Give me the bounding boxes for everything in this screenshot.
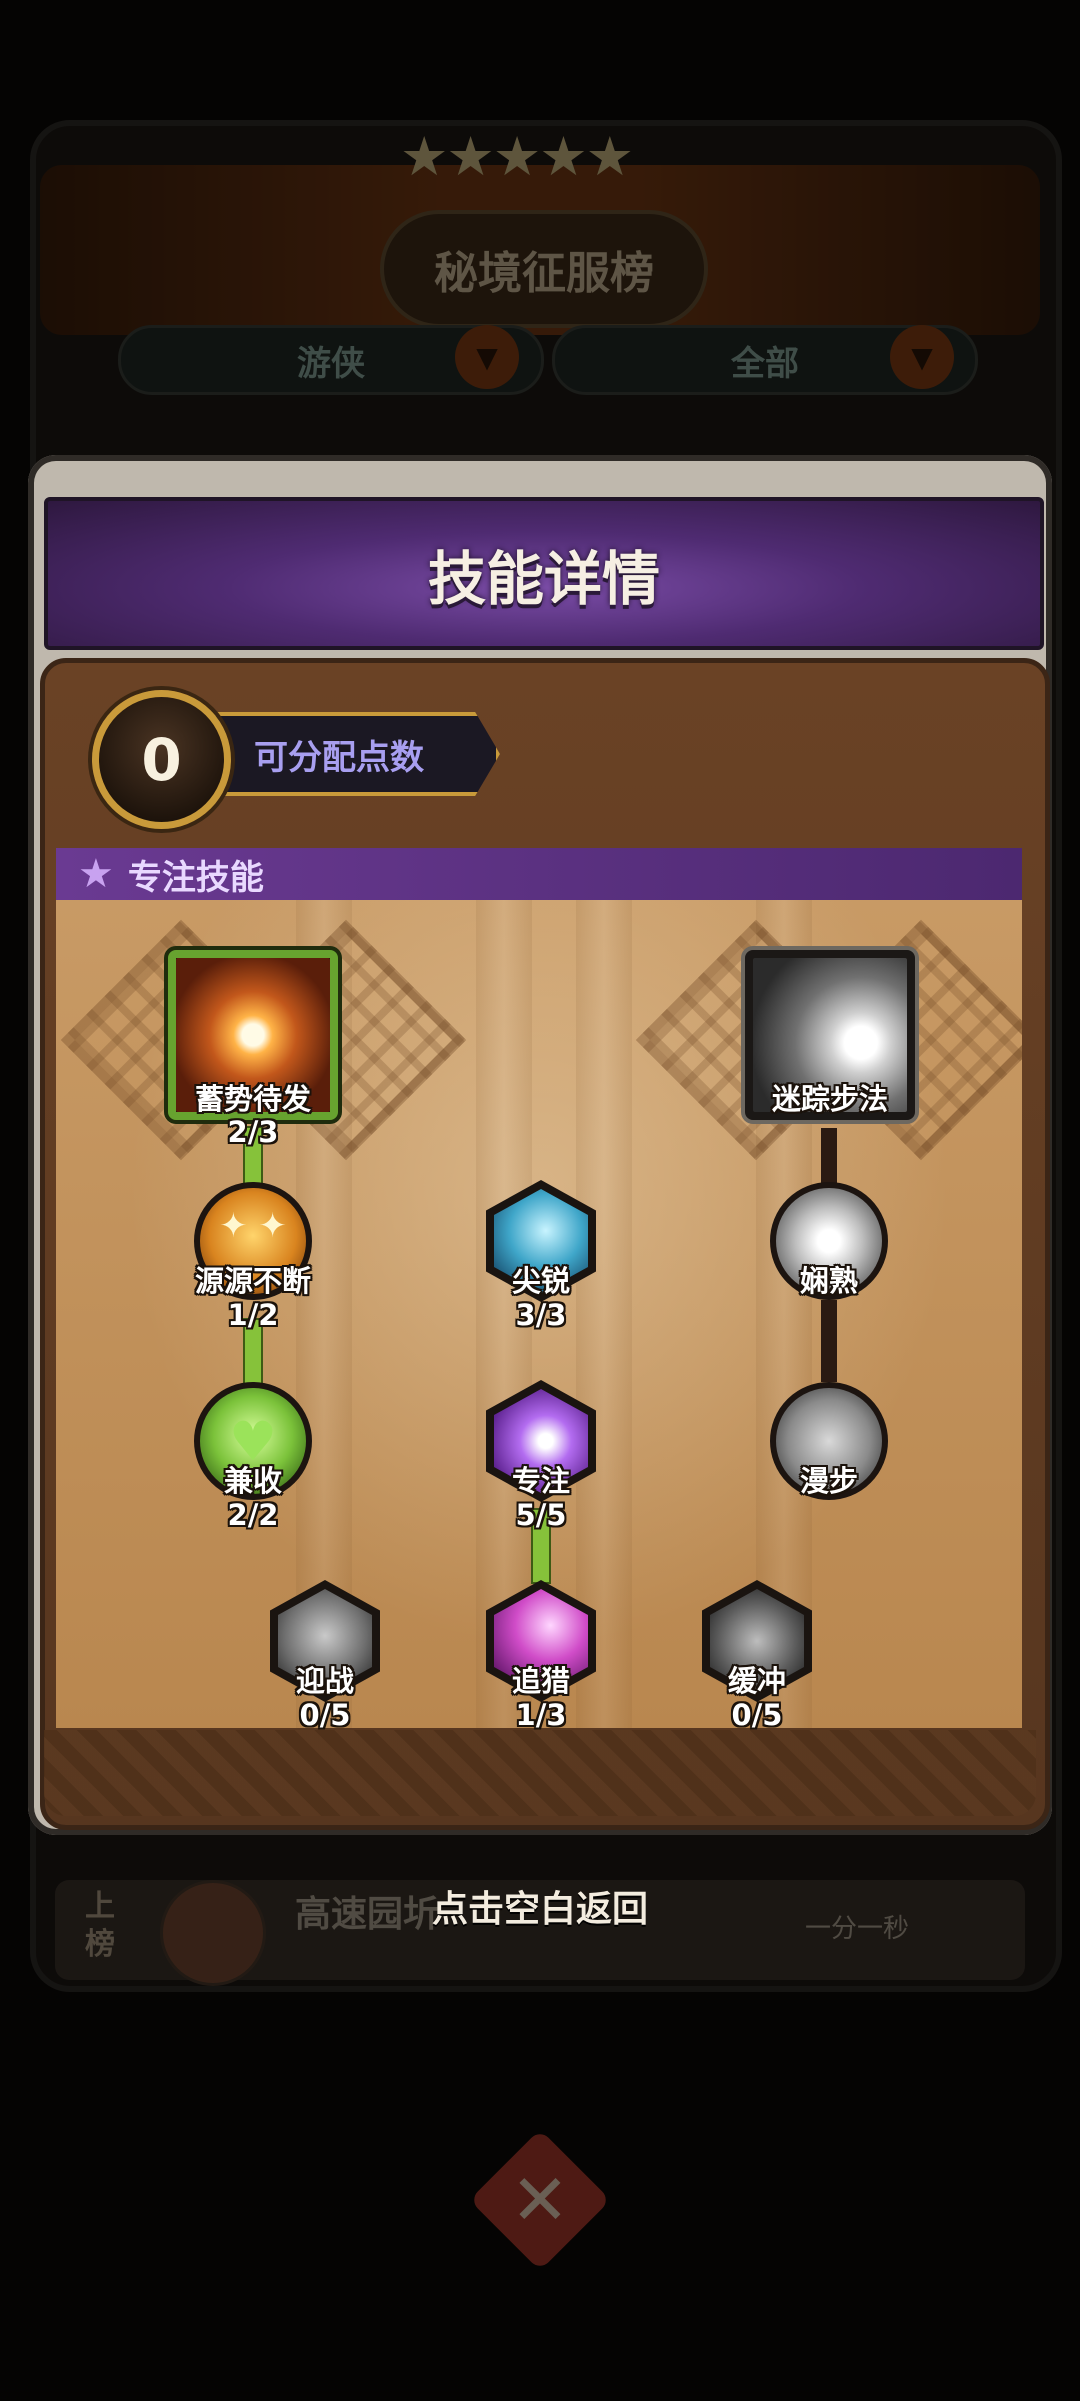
skill-level: 2/2: [227, 1498, 279, 1532]
skill-level: 0/5: [299, 1698, 351, 1732]
skill-name: 娴熟: [799, 1264, 858, 1298]
points-value: 0: [141, 725, 182, 794]
close-icon[interactable]: ✕: [469, 2129, 611, 2271]
skill-name: 迎战: [295, 1664, 354, 1698]
tap-blank-to-return[interactable]: 点击空白返回: [0, 1880, 1080, 1932]
skill-name: 追猎: [511, 1664, 570, 1698]
skill-level: 3/3: [515, 1298, 567, 1332]
skill-level: 0/5: [731, 1698, 783, 1732]
sparkle-icon: ✦ ✦: [219, 1206, 287, 1246]
points-badge: 0: [92, 690, 231, 829]
modal-title-bar: 技能详情: [44, 497, 1044, 650]
leaderboard-title: 秘境征服榜: [380, 210, 708, 328]
skill-name: 尖锐: [511, 1264, 570, 1298]
skill-level: 2/3: [227, 1115, 279, 1149]
chevron-down-icon[interactable]: ▼: [890, 325, 954, 389]
skill-level: 5/5: [515, 1498, 567, 1532]
skill-name: 兼收: [223, 1464, 282, 1498]
skill-name: 缓冲: [727, 1664, 786, 1698]
modal-title: 技能详情: [427, 544, 660, 613]
stars-icon: ★★★★★: [400, 125, 634, 188]
skill-level: 1/3: [515, 1698, 567, 1732]
chevron-down-icon[interactable]: ▼: [455, 325, 519, 389]
points-label: 可分配点数: [254, 737, 424, 778]
skill-link: [821, 1300, 837, 1382]
skill-name: 漫步: [799, 1464, 858, 1498]
skill-name: 迷踪步法: [771, 1082, 888, 1116]
section-label: 专注技能: [127, 857, 264, 898]
points-label-plate: 可分配点数: [190, 712, 500, 796]
skill-name: 源源不断: [194, 1264, 311, 1298]
skill-name: 专注: [511, 1464, 570, 1498]
star-icon: ★: [78, 851, 114, 897]
panel-decoration: [44, 1730, 1036, 1816]
skill-name: 蓄势待发: [194, 1082, 311, 1116]
skill-level: 1/2: [227, 1298, 279, 1332]
section-header: ★ 专注技能: [56, 848, 1022, 903]
